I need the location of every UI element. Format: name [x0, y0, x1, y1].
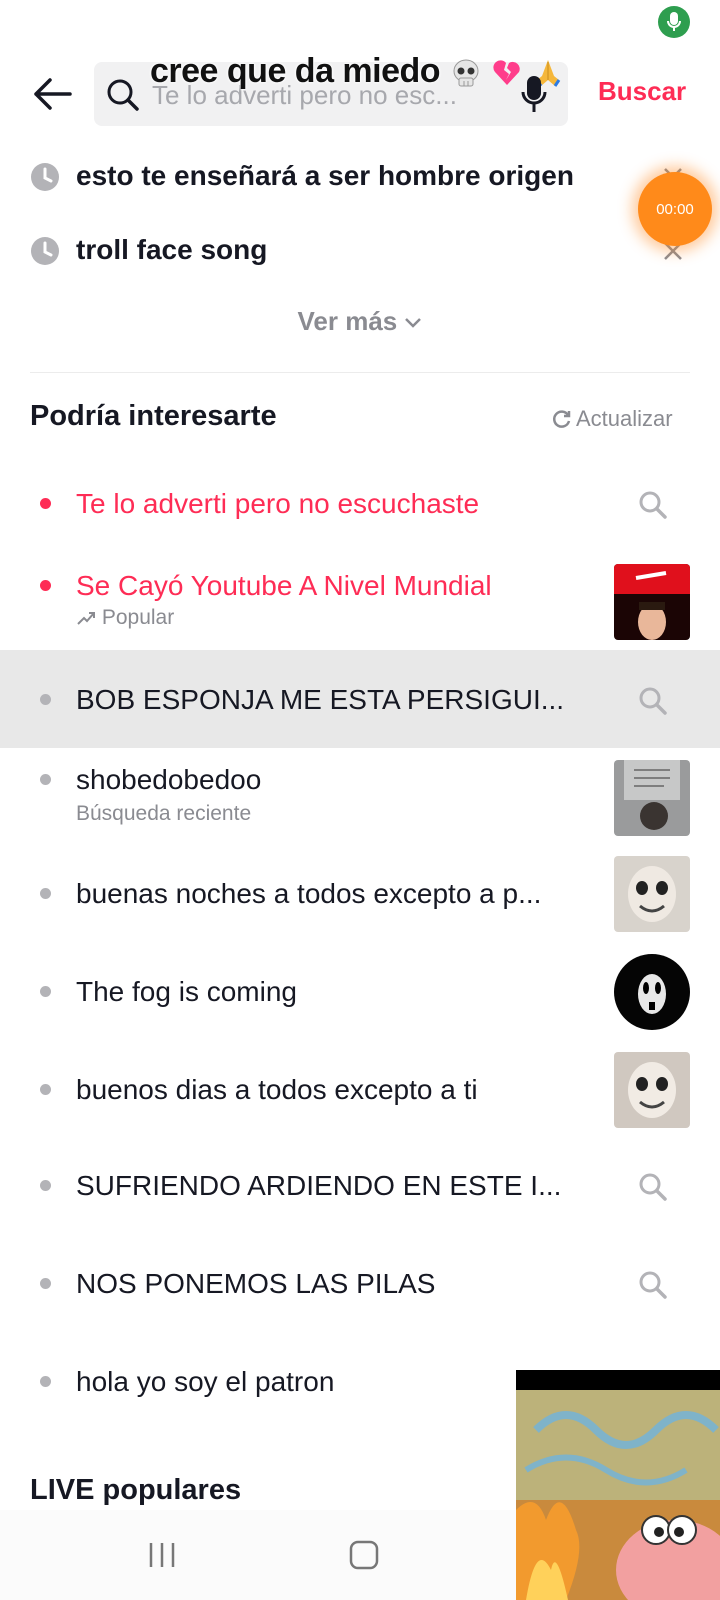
microphone-icon	[521, 76, 547, 112]
pip-video-frame	[516, 1390, 720, 1600]
arrow-left-icon	[34, 78, 72, 110]
pip-video-player[interactable]	[516, 1370, 720, 1600]
see-more-label: Ver más	[297, 306, 398, 336]
video-caption-overlay: cree que da miedo	[150, 52, 563, 91]
divider	[30, 372, 690, 373]
clock-icon	[31, 163, 59, 191]
suggestion-thumbnail	[614, 564, 690, 640]
refresh-label: Actualizar	[576, 406, 673, 431]
live-section-title: LIVE populares	[30, 1474, 242, 1506]
search-submit-button[interactable]: Buscar	[598, 76, 686, 107]
suggestion-thumbnail	[614, 954, 690, 1030]
suggestion-text: The fog is coming	[76, 976, 297, 1007]
suggestion-dot	[40, 694, 51, 705]
trending-arrow-icon	[77, 612, 95, 626]
history-text: esto te enseñará a ser hombre origen	[76, 160, 574, 191]
history-text: troll face song	[76, 234, 268, 265]
suggestion-text: Se Cayó Youtube A Nivel Mundial	[76, 570, 492, 601]
suggestion-dot	[40, 1278, 51, 1289]
suggestion-dot	[40, 888, 51, 899]
history-item[interactable]: esto te enseñará a ser hombre origen	[0, 140, 720, 214]
search-icon	[639, 687, 667, 715]
home-icon	[349, 1540, 379, 1570]
suggestion-text: shobedobedoo	[76, 764, 262, 795]
suggestion-dot	[40, 1084, 51, 1095]
suggestion-text: NOS PONEMOS LAS PILAS	[76, 1268, 436, 1299]
suggestion-subtitle: Popular	[76, 606, 174, 630]
trending-dot	[40, 498, 51, 509]
history-item[interactable]: troll face song	[0, 214, 720, 288]
search-icon	[639, 1271, 667, 1299]
suggestion-thumbnail	[614, 760, 690, 836]
search-icon	[639, 1173, 667, 1201]
suggestion-dot	[40, 774, 51, 785]
suggestion-text: hola yo soy el patron	[76, 1366, 335, 1397]
suggestion-dot	[40, 986, 51, 997]
suggestion-text: buenas noches a todos excepto a p...	[76, 878, 542, 909]
skull-emoji-icon	[453, 59, 479, 87]
refresh-icon	[553, 410, 571, 428]
suggestion-dot	[40, 1376, 51, 1387]
suggestion-text: Te lo adverti pero no escuchaste	[76, 488, 480, 519]
clock-icon	[31, 237, 59, 265]
voice-search-button[interactable]	[516, 72, 552, 116]
suggestion-thumbnail	[614, 1052, 690, 1128]
suggestion-text: buenos dias a todos excepto a ti	[76, 1074, 478, 1105]
suggestion-text: SUFRIENDO ARDIENDO EN ESTE I...	[76, 1170, 562, 1201]
suggestion-subtitle: Búsqueda reciente	[76, 802, 252, 825]
trending-dot	[40, 580, 51, 591]
section-title: Podría interesarte	[30, 400, 277, 432]
recent-apps-button[interactable]	[142, 1538, 182, 1572]
home-button[interactable]	[344, 1538, 384, 1572]
recording-timer-badge[interactable]: 00:00	[638, 172, 712, 246]
suggestion-dot	[40, 1180, 51, 1191]
search-icon	[107, 79, 139, 111]
search-icon	[639, 491, 667, 519]
caption-text: cree que da miedo	[150, 52, 441, 90]
recent-apps-icon	[149, 1543, 175, 1567]
see-more-button[interactable]: Ver más	[0, 306, 720, 337]
refresh-button[interactable]: Actualizar	[552, 406, 673, 432]
back-button[interactable]	[28, 70, 76, 118]
chevron-down-icon	[405, 318, 422, 328]
suggestion-thumbnail	[614, 856, 690, 932]
suggestion-text: BOB ESPONJA ME ESTA PERSIGUI...	[76, 684, 565, 715]
mic-active-icon	[658, 6, 690, 38]
